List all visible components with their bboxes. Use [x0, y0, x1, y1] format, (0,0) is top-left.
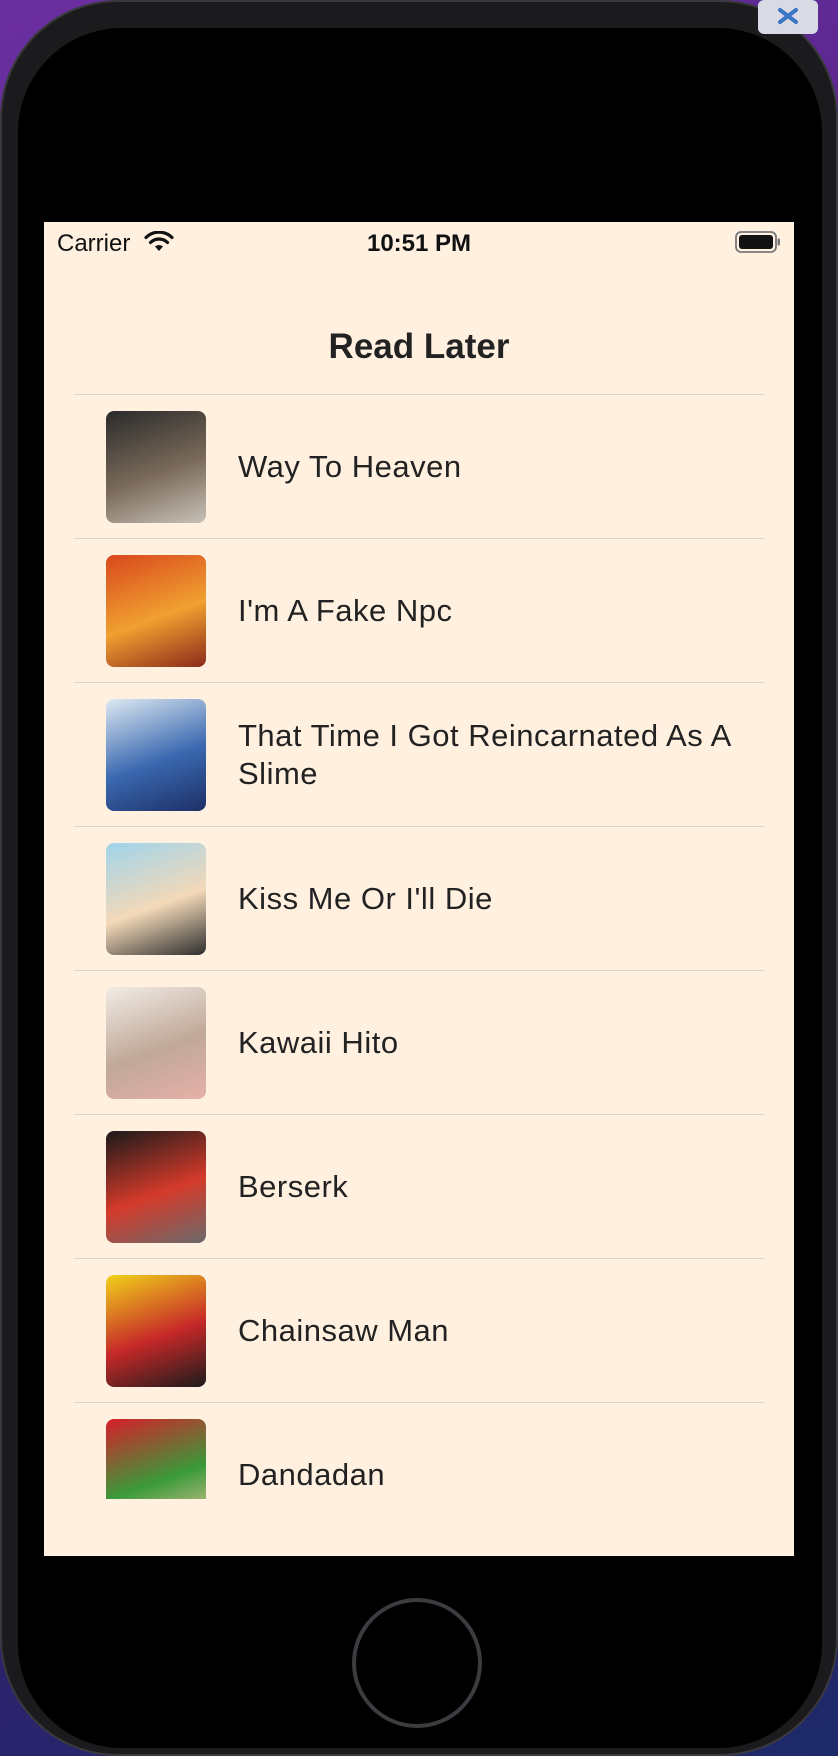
cover-thumbnail: [106, 843, 206, 955]
item-title: That Time I Got Reincarnated As A Slime: [238, 718, 731, 791]
list-item[interactable]: I'm A Fake Npc: [44, 539, 794, 683]
cover-thumbnail: [106, 1419, 206, 1499]
home-button[interactable]: [352, 1598, 482, 1728]
cover-thumbnail: [106, 1131, 206, 1243]
cover-thumbnail: [106, 699, 206, 811]
list-item[interactable]: Kiss Me Or I'll Die: [44, 827, 794, 971]
item-title: Dandadan: [238, 1457, 386, 1492]
list-item[interactable]: Chainsaw Man: [44, 1259, 794, 1403]
device-frame: Carrier 10:51 PM Read Later Way To Heave…: [0, 0, 838, 1756]
status-time: 10:51 PM: [366, 230, 472, 257]
item-title: Way To Heaven: [238, 449, 462, 484]
item-title: Kawaii Hito: [238, 1025, 399, 1060]
app-screen: Carrier 10:51 PM Read Later Way To Heave…: [44, 222, 794, 1556]
cover-thumbnail: [106, 411, 206, 523]
list-item[interactable]: Berserk: [44, 1115, 794, 1259]
cover-thumbnail: [106, 987, 206, 1099]
item-title: I'm A Fake Npc: [238, 593, 453, 628]
app-corner-icon: [758, 0, 818, 34]
list-item[interactable]: That Time I Got Reincarnated As A Slime: [44, 683, 794, 827]
item-title: Kiss Me Or I'll Die: [238, 881, 493, 916]
status-bar: Carrier 10:51 PM: [44, 222, 794, 262]
battery-icon: [735, 231, 780, 253]
page-title: Read Later: [328, 327, 510, 366]
item-title: Chainsaw Man: [238, 1313, 450, 1348]
cover-thumbnail: [106, 1275, 206, 1387]
read-later-list[interactable]: Way To Heaven I'm A Fake Npc That Time I…: [44, 395, 794, 1499]
list-item[interactable]: Dandadan: [44, 1403, 794, 1499]
cover-thumbnail: [106, 555, 206, 667]
list-item[interactable]: Way To Heaven: [44, 395, 794, 539]
list-item[interactable]: Kawaii Hito: [44, 971, 794, 1115]
item-title: Berserk: [238, 1169, 349, 1204]
